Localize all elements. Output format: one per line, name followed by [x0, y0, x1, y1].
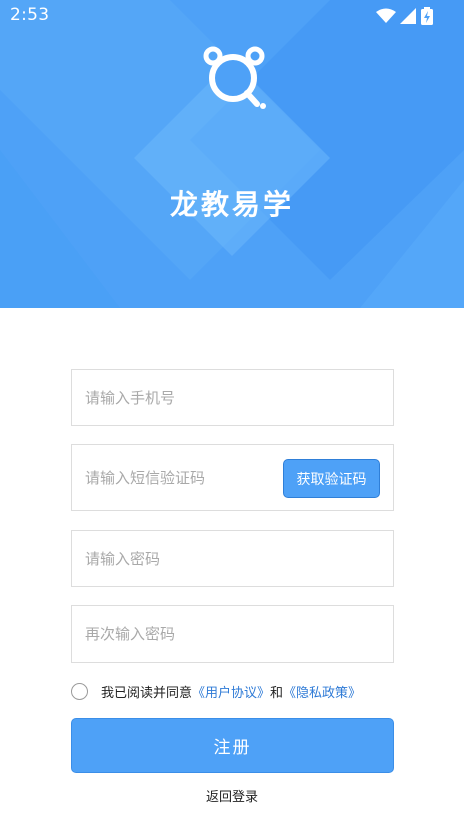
- status-icons: [376, 7, 434, 25]
- back-to-login-link[interactable]: 返回登录: [0, 786, 464, 805]
- search-bear-icon: [203, 46, 266, 109]
- agreement-radio[interactable]: [71, 682, 88, 700]
- confirm-password-field[interactable]: [71, 605, 394, 663]
- phone-field[interactable]: [71, 369, 394, 426]
- register-button[interactable]: 注册: [71, 718, 394, 773]
- confirm-password-input[interactable]: [85, 606, 375, 662]
- privacy-policy-link[interactable]: 《隐私政策》: [283, 682, 361, 701]
- user-agreement-link[interactable]: 《用户协议》: [192, 682, 270, 701]
- password-field[interactable]: [71, 530, 394, 587]
- battery-icon: [421, 7, 433, 25]
- password-input[interactable]: [85, 531, 375, 586]
- app-title: 龙教易学: [169, 188, 294, 221]
- agreement-prefix: 我已阅读并同意: [101, 685, 193, 701]
- agreement-conjunction: 和: [270, 685, 284, 701]
- signal-icon: [400, 8, 416, 24]
- status-bar: 2:53: [0, 0, 464, 32]
- status-time: 2:53: [10, 5, 50, 25]
- sms-code-input[interactable]: [85, 445, 265, 510]
- phone-input[interactable]: [85, 370, 375, 425]
- get-code-button[interactable]: 获取验证码: [283, 459, 380, 498]
- wifi-icon: [376, 8, 396, 23]
- header-banner: 2:53 龙教易学: [0, 0, 464, 308]
- agreement-row: 我已阅读并同意 《用户协议》 和 《隐私政策》: [71, 681, 361, 701]
- sms-code-field[interactable]: 获取验证码: [71, 444, 394, 511]
